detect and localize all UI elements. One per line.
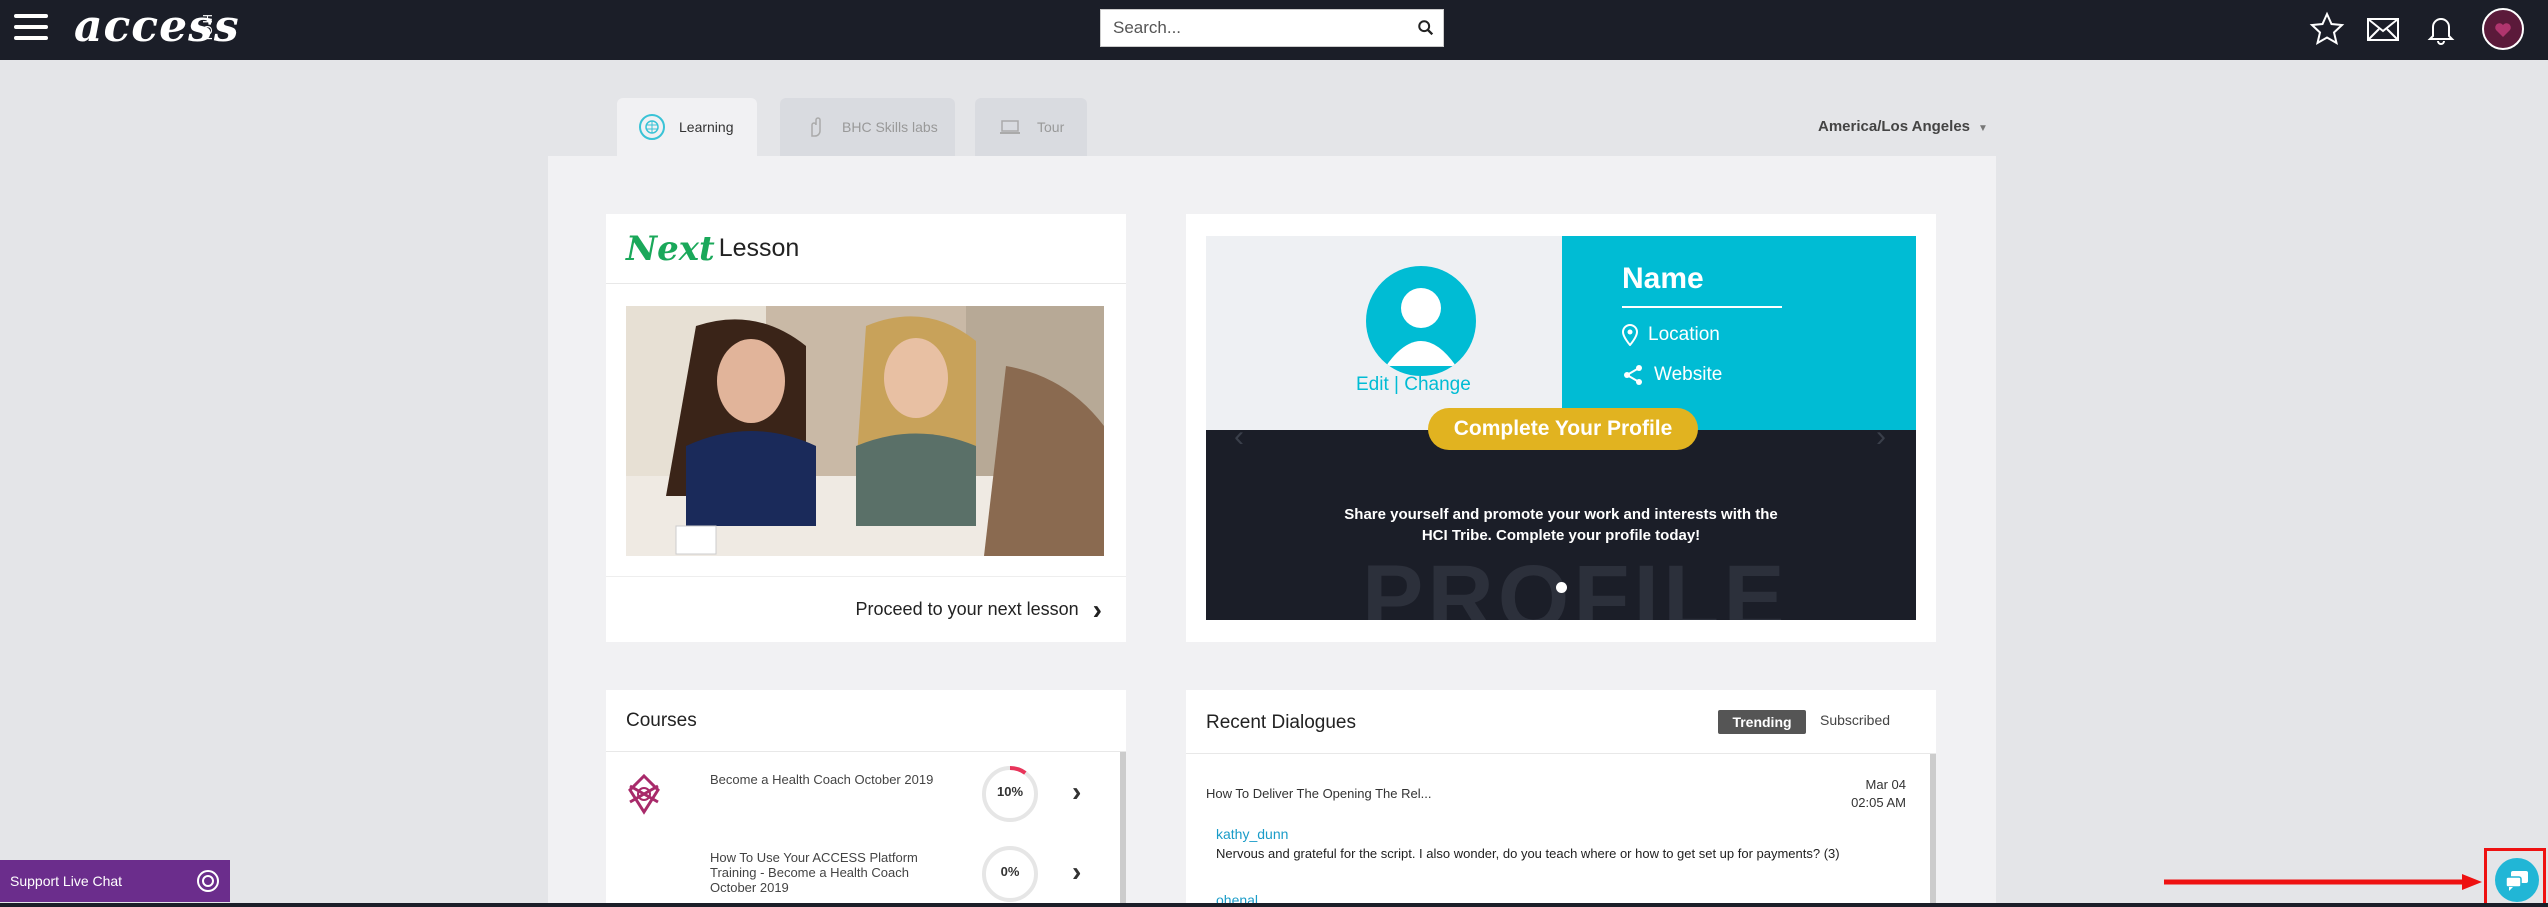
profile-avatar-panel: Edit | Change [1206,236,1562,430]
chevron-right-icon[interactable]: › [1072,776,1081,808]
profile-website: Website [1622,364,1722,386]
profile-description: Share yourself and promote your work and… [1326,504,1796,546]
profile-location: Location [1622,324,1720,346]
chevron-right-icon[interactable]: › [1072,856,1081,888]
dialogue-timestamp: Mar 04 02:05 AM [1826,776,1906,812]
chat-bubble-icon [2495,858,2539,902]
live-chat-icon [197,870,219,892]
dialogue-username-link[interactable]: kathy_dunn [1216,826,1288,842]
caret-down-icon: ▼ [1978,123,1988,134]
dialogue-topic-link[interactable]: How To Deliver The Opening The Rel... [1206,786,1431,801]
courses-card: Courses Become a Health Coach October 20… [606,690,1126,907]
dialogues-header: Recent Dialogues Trending Subscribed [1186,690,1936,754]
name-underline [1622,306,1782,308]
hamburger-menu-icon[interactable] [14,14,48,44]
share-icon [1624,365,1642,385]
avatar-heart-icon [2495,23,2511,37]
timezone-value: America/Los Angeles [1818,118,1970,135]
complete-profile-button[interactable]: Complete Your Profile [1428,408,1698,450]
red-arrow-annotation [2164,874,2482,890]
hand-icon [802,114,828,140]
user-avatar[interactable] [2482,8,2524,50]
tab-label: Tour [1037,119,1065,135]
tab-subscribed[interactable]: Subscribed [1820,712,1890,728]
course-progress-label: 0% [1000,864,1020,879]
next-word: Next [626,228,715,269]
tab-learning[interactable]: Learning [617,98,757,156]
timezone-select[interactable]: America/Los Angeles ▼ [1818,118,1988,135]
dialogue-time: 02:05 AM [1851,795,1906,810]
top-navbar: access HCI [0,0,2548,60]
proceed-next-lesson-link[interactable]: Proceed to your next lesson › [606,576,1126,642]
tab-tour[interactable]: Tour [975,98,1087,156]
carousel-dot[interactable] [1556,582,1567,593]
support-live-chat-button[interactable]: Support Live Chat [0,860,230,902]
tab-trending[interactable]: Trending [1718,710,1806,734]
bottom-border [0,903,2548,907]
search-box [1100,9,1444,47]
course-row[interactable]: Become a Health Coach October 2019 10% › [606,754,1120,832]
carousel-prev-icon[interactable]: ‹ [1234,420,1244,454]
dialogues-title: Recent Dialogues [1206,712,1356,733]
chat-launcher-button[interactable] [2484,848,2546,907]
user-silhouette-icon[interactable] [1366,266,1476,376]
lesson-word: Lesson [718,234,800,262]
lesson-thumbnail-image[interactable] [626,306,1104,556]
live-chat-label: Support Live Chat [10,873,123,889]
dialogue-date: Mar 04 [1865,777,1906,792]
location-label: Location [1648,324,1720,345]
profile-promo-card: Edit | Change Name Location Website Comp… [1186,214,1936,642]
mail-icon[interactable] [2364,10,2402,48]
bell-icon[interactable] [2422,10,2460,48]
proceed-label: Proceed to your next lesson [855,599,1079,619]
description-line-1: Share yourself and promote your work and… [1344,506,1778,523]
profile-carousel: Edit | Change Name Location Website Comp… [1206,236,1916,620]
star-icon[interactable] [2308,10,2346,48]
edit-change-link[interactable]: Edit | Change [1356,374,1471,396]
courses-scrollbar[interactable] [1120,752,1126,907]
course-title: Become a Health Coach October 2019 [710,772,934,787]
brain-icon [639,114,665,140]
next-lesson-header: Next Lesson [606,214,1126,284]
carousel-next-icon[interactable]: › [1876,420,1886,454]
description-line-2: HCI Tribe. Complete your profile today! [1421,527,1701,544]
profile-name: Name [1622,262,1704,295]
tab-bhc-skills-labs[interactable]: BHC Skills labs [780,98,955,156]
laptop-icon [997,114,1023,140]
recent-dialogues-card: Recent Dialogues Trending Subscribed How… [1186,690,1936,907]
courses-title: Courses [606,690,1126,752]
dialogues-scrollbar[interactable] [1930,754,1936,907]
location-pin-icon [1622,324,1638,346]
profile-watermark-text: PROFILE [1362,547,1789,620]
next-lesson-card: Next Lesson Proceed to your next lesson … [606,214,1126,642]
tab-label: Learning [679,119,734,135]
dialogue-message: Nervous and grateful for the script. I a… [1216,846,1840,861]
profile-info-panel: Name Location Website [1562,236,1916,430]
course-knot-icon [628,773,660,815]
course-row[interactable]: How To Use Your ACCESS Platform Training… [606,834,1120,907]
tab-label: BHC Skills labs [842,119,938,135]
course-title: How To Use Your ACCESS Platform Training… [710,850,918,895]
search-input[interactable] [1101,10,1401,46]
chevron-right-icon: › [1092,593,1102,625]
search-icon[interactable] [1417,19,1435,37]
hci-logo-text: HCI [200,14,215,43]
website-label: Website [1654,364,1723,385]
course-progress-label: 10% [996,784,1024,799]
